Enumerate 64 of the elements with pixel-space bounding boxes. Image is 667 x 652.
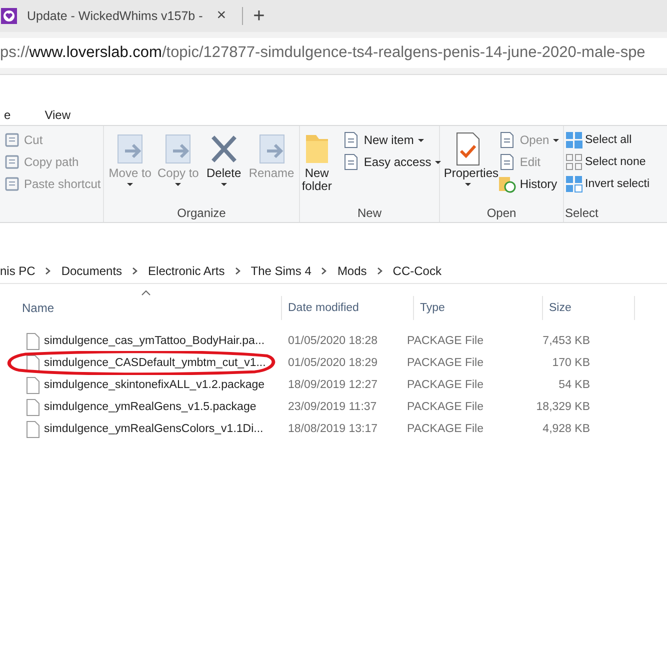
column-header[interactable]: Name xyxy=(0,296,282,320)
file-icon xyxy=(26,354,40,372)
chevron-icon xyxy=(234,267,241,275)
new-item-icon xyxy=(342,131,360,149)
file-name[interactable]: simdulgence_ymRealGens_v1.5.package xyxy=(44,401,256,413)
tab-title: Update - WickedWhims v157b - xyxy=(27,9,203,23)
file-name[interactable]: simdulgence_skintonefixALL_v1.2.package xyxy=(44,379,265,391)
table-cell-text: 54 KB xyxy=(558,379,591,391)
table-cell-text: PACKAGE File xyxy=(406,357,484,369)
breadcrumb-item[interactable]: Electronic Arts xyxy=(148,264,225,278)
chevron-icon xyxy=(376,267,383,275)
table-cell-text: 18/09/2019 12:27 xyxy=(287,379,379,391)
ribbon-button[interactable]: Select none xyxy=(565,151,650,173)
ribbon-button[interactable]: Delete xyxy=(202,129,245,206)
table-cell-text: 170 KB xyxy=(551,357,591,369)
table-cell-text: PACKAGE File xyxy=(406,401,484,413)
history-icon xyxy=(498,175,516,193)
group-label: Select xyxy=(565,206,598,220)
ribbon-tab[interactable]: View xyxy=(40,108,74,122)
table-cell-text: 23/09/2019 11:37 xyxy=(287,401,378,413)
group-label: Open xyxy=(486,206,516,220)
ribbon-button[interactable]: Easy access xyxy=(340,151,444,173)
ribbon-button[interactable]: New item xyxy=(340,129,444,151)
breadcrumb-item[interactable]: Documents xyxy=(61,264,122,278)
ribbon-button[interactable]: Select all xyxy=(565,129,650,151)
file-icon xyxy=(26,376,40,394)
table-cell-text: 18/08/2019 13:17 xyxy=(287,423,379,435)
file-icon xyxy=(26,332,40,350)
chevron-icon xyxy=(321,267,328,275)
breadcrumb-item[interactable]: nis PC xyxy=(0,264,36,278)
table-cell-text: 18,329 KB xyxy=(535,401,591,413)
breadcrumb-item[interactable]: CC-Cock xyxy=(392,264,442,278)
column-header[interactable]: Date modified xyxy=(282,296,414,320)
breadcrumb-item[interactable]: Mods xyxy=(337,264,367,278)
close-tab-button[interactable]: × xyxy=(212,7,230,25)
grid-icon xyxy=(565,175,583,193)
address-field[interactable]: ps://www.loverslab.com/topic/127877-simdulgence-ts4-realgens-penis-14-june-2020-male-spe xyxy=(0,38,667,68)
group-label: New xyxy=(357,206,382,220)
table-cell-text: 4,928 KB xyxy=(542,423,591,435)
table-cell-text: 01/05/2020 18:29 xyxy=(287,357,379,369)
group-label: Organize xyxy=(177,206,226,220)
ribbon-button[interactable]: Invert selecti xyxy=(565,173,650,195)
sort-caret-icon xyxy=(141,290,151,296)
table-cell-text: PACKAGE File xyxy=(406,423,484,435)
grid-icon xyxy=(565,131,583,149)
breadcrumb-item[interactable]: The Sims 4 xyxy=(250,264,312,278)
table-cell-text: PACKAGE File xyxy=(406,335,484,347)
table-cell-text: PACKAGE File xyxy=(406,379,484,391)
empty-grid-icon xyxy=(565,153,583,171)
table-cell-text: 01/05/2020 18:28 xyxy=(287,335,379,347)
chevron-icon xyxy=(132,267,138,275)
chevron-icon xyxy=(45,267,52,275)
column-header[interactable]: Size xyxy=(543,296,635,320)
heart-icon xyxy=(1,8,17,24)
file-icon xyxy=(26,420,40,438)
file-icon xyxy=(26,398,40,416)
new-tab-button[interactable]: + xyxy=(249,4,269,28)
file-name[interactable]: simdulgence_ymRealGensColors_v1.1Di... xyxy=(44,423,264,435)
file-name[interactable]: simdulgence_cas_ymTattoo_BodyHair.pa... xyxy=(44,335,265,347)
table-cell-text: 7,453 KB xyxy=(542,335,591,347)
column-header[interactable]: Type xyxy=(414,296,543,320)
ribbon-tab[interactable]: e xyxy=(0,108,15,122)
browser-tab[interactable]: Update - WickedWhims v157b - × xyxy=(0,0,236,32)
ribbon-button[interactable]: New folder xyxy=(296,129,338,206)
